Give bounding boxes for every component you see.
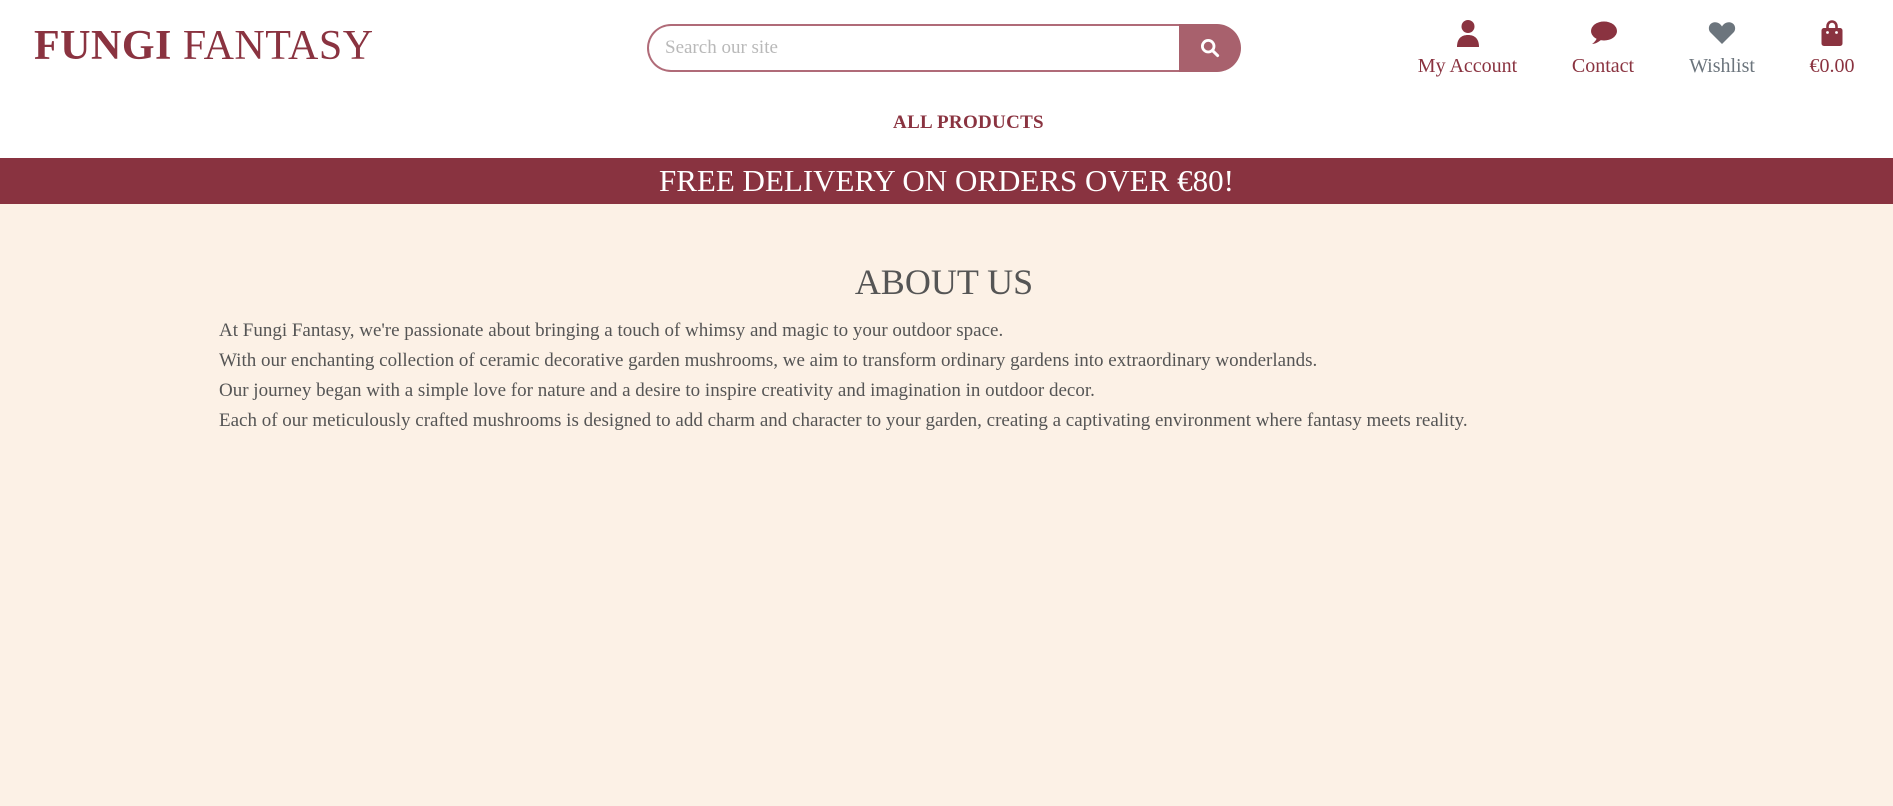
search-icon: [1200, 38, 1220, 58]
logo-regular-text: FANTASY: [182, 23, 374, 69]
nav-all-products[interactable]: ALL PRODUCTS: [893, 112, 1044, 134]
heart-icon: [1708, 22, 1736, 44]
my-account-link[interactable]: My Account: [1414, 18, 1521, 78]
search-input[interactable]: [647, 24, 1179, 72]
site-header: FUNGI FANTASY My Account Contact: [0, 0, 1893, 158]
comment-icon: [1591, 21, 1617, 44]
wishlist-label: Wishlist: [1689, 55, 1755, 77]
user-icon: [1456, 20, 1479, 47]
about-paragraph: At Fungi Fantasy, we're passionate about…: [219, 320, 1004, 341]
logo-bold-text: FUNGI: [34, 23, 172, 69]
cart-total: €0.00: [1809, 55, 1855, 77]
cart-link[interactable]: €0.00: [1804, 18, 1860, 78]
delivery-banner: FREE DELIVERY ON ORDERS OVER €80!: [0, 158, 1893, 204]
search-form: [647, 24, 1241, 72]
contact-link[interactable]: Contact: [1567, 18, 1639, 78]
about-paragraph: With our enchanting collection of cerami…: [219, 350, 1318, 371]
main-navigation: ALL PRODUCTS: [0, 112, 1893, 134]
wishlist-link[interactable]: Wishlist: [1686, 18, 1758, 78]
contact-label: Contact: [1571, 55, 1635, 77]
page-title: ABOUT US: [854, 262, 1034, 302]
about-paragraph: Our journey began with a simple love for…: [219, 380, 1095, 401]
search-button[interactable]: [1179, 24, 1241, 72]
shopping-bag-icon: [1821, 19, 1843, 46]
about-content: At Fungi Fantasy, we're passionate about…: [219, 316, 1779, 436]
my-account-label: My Account: [1417, 55, 1518, 77]
about-paragraph: Each of our meticulously crafted mushroo…: [219, 410, 1468, 431]
site-logo[interactable]: FUNGI FANTASY: [34, 22, 374, 70]
